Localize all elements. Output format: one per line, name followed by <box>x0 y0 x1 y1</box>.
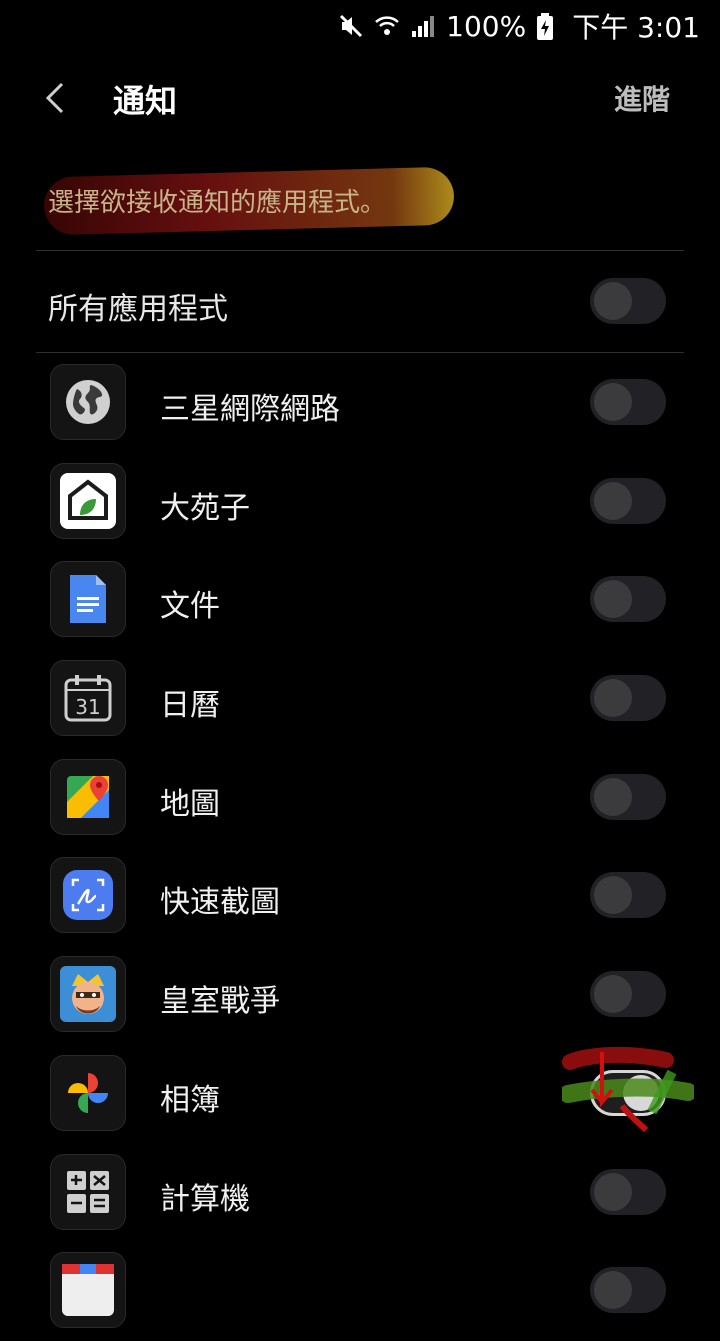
app-toggle[interactable] <box>590 872 666 919</box>
list-item[interactable]: 快速截圖 <box>0 847 720 946</box>
battery-percent: 100% <box>446 9 527 43</box>
app-name: 相簿 <box>160 1082 220 1118</box>
app-toggle[interactable] <box>590 675 666 722</box>
app-toggle[interactable] <box>590 1168 666 1215</box>
list-item[interactable]: 31 日曆 <box>0 650 720 749</box>
toggle-knob <box>594 777 632 816</box>
toggle-knob <box>594 975 632 1014</box>
app-toggle[interactable] <box>590 379 666 425</box>
list-item[interactable]: 相簿 <box>0 1045 720 1144</box>
globe-icon <box>50 364 126 440</box>
game-icon <box>50 956 126 1033</box>
toggle-knob <box>594 580 632 619</box>
calculator-icon <box>50 1153 126 1230</box>
list-item[interactable]: 計算機 <box>0 1144 720 1243</box>
toggle-knob <box>594 876 632 915</box>
docs-icon <box>50 561 126 638</box>
list-item[interactable]: 皇室戰爭 <box>0 946 720 1045</box>
app-icon <box>50 1252 126 1329</box>
back-button[interactable] <box>36 78 76 118</box>
clock: 下午 3:01 <box>572 11 700 44</box>
list-item[interactable]: 三星網際網路 <box>0 354 720 453</box>
house-icon <box>50 462 126 539</box>
screenshot-icon <box>50 857 126 934</box>
toggle-knob <box>623 1074 659 1111</box>
toggle-knob <box>594 383 632 421</box>
app-toggle[interactable] <box>590 477 666 524</box>
status-bar: 100% 下午 3:01 <box>0 0 720 50</box>
toggle-knob <box>594 481 632 520</box>
list-item[interactable]: 地圖 <box>0 749 720 848</box>
description-area: 選擇欲接收通知的應用程式。 <box>36 160 466 240</box>
list-item[interactable]: 文件 <box>0 551 720 650</box>
all-apps-label: 所有應用程式 <box>48 292 228 327</box>
page-title: 通知 <box>113 82 178 120</box>
app-name: 皇室戰爭 <box>160 984 280 1020</box>
app-toggle[interactable] <box>590 971 666 1018</box>
all-apps-toggle[interactable] <box>590 278 666 324</box>
chevron-left-icon <box>45 82 64 114</box>
calendar-day: 31 <box>75 695 100 719</box>
maps-icon <box>50 758 126 835</box>
list-item[interactable]: 大苑子 <box>0 453 720 552</box>
app-list: 三星網際網路 大苑子 文件 31 日曆 地圖 快速截圖 皇室戰爭 相簿 計算機 <box>0 354 720 1341</box>
divider <box>36 352 684 353</box>
app-name: 計算機 <box>160 1181 250 1217</box>
app-name: 大苑子 <box>160 490 250 526</box>
app-toggle[interactable] <box>590 1267 666 1314</box>
divider <box>36 250 684 251</box>
signal-icon <box>410 13 436 39</box>
app-name: 快速截圖 <box>160 885 280 921</box>
description-text: 選擇欲接收通知的應用程式。 <box>48 188 387 218</box>
toggle-knob <box>594 282 632 320</box>
app-toggle[interactable] <box>590 1069 666 1116</box>
toggle-knob <box>594 679 632 718</box>
app-name: 地圖 <box>160 786 220 822</box>
calendar-icon: 31 <box>50 660 126 737</box>
app-toggle[interactable] <box>590 576 666 623</box>
app-name: 文件 <box>160 589 220 625</box>
app-name: 日曆 <box>160 688 220 724</box>
list-item[interactable] <box>0 1242 720 1341</box>
toggle-knob <box>594 1172 632 1211</box>
app-header: 通知 進階 <box>0 60 720 136</box>
app-name: 三星網際網路 <box>160 392 340 427</box>
mute-icon <box>338 13 364 39</box>
photos-icon <box>50 1054 126 1131</box>
battery-charging-icon <box>536 13 562 40</box>
advanced-button[interactable]: 進階 <box>614 78 670 118</box>
app-toggle[interactable] <box>590 773 666 820</box>
toggle-knob <box>594 1271 632 1310</box>
wifi-icon <box>374 13 400 39</box>
all-apps-row[interactable]: 所有應用程式 <box>0 252 720 352</box>
